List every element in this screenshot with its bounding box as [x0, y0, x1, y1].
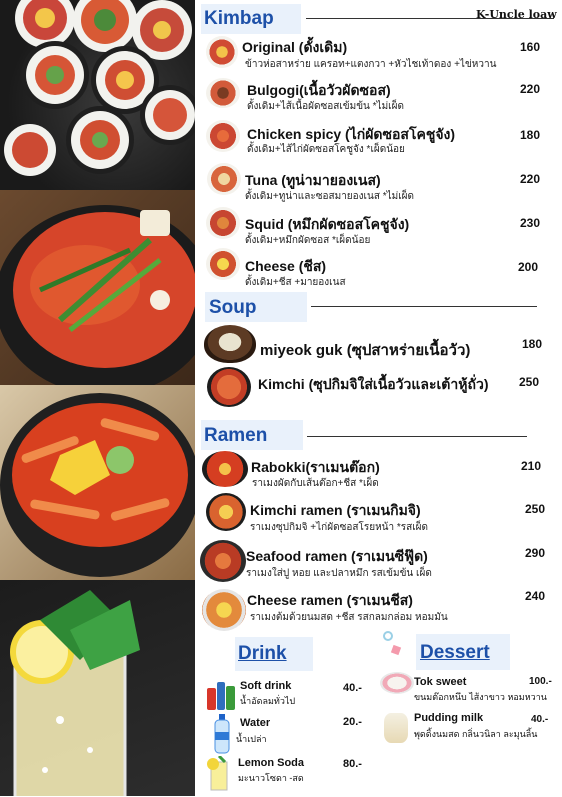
- dessert-decor-icon: [382, 630, 404, 656]
- kimbap-item-desc: ข้าวห่อสาหร่าย แครอท+แตงกวา +หัวไชเท้าดอ…: [245, 59, 497, 70]
- kimchi-stew-photo: [0, 190, 195, 385]
- ramen-item-desc: ราเมงใส่ปู หอย และปลาหมึก รสเข้มข้น เผ็ด: [246, 568, 432, 579]
- dessert-item-desc: ขนมต๊อกหนึบ ไส้งาขาว หอมหวาน: [414, 692, 547, 702]
- kimbap-divider: [306, 18, 554, 19]
- lemon-soda-icon: [205, 754, 235, 792]
- ramen-item-name: Kimchi ramen (ราเมนกิมจิ): [250, 502, 421, 518]
- kimbap-item-price: 220: [520, 82, 541, 96]
- ramen-item-desc: ราเมงผัดกับเส้นต๊อก+ชีส *เผ็ด: [252, 478, 379, 489]
- kimbap-item-desc: ดั้งเดิม+หมึกผัดซอส *เผ็ดน้อย: [245, 235, 371, 246]
- kimchi-stew-photo-art: [0, 205, 195, 385]
- ramen-item-desc: ราเมงซุปกิมจิ +ไก่ผัดซอสโรยหน้า *รสเผ็ด: [250, 522, 429, 533]
- kimbap-item-desc: ดั้งเดิม+ไส้เนื้อผัดซอสเข้มข้น *ไม่เผ็ด: [247, 101, 404, 112]
- soup-item-price: 180: [522, 337, 543, 351]
- rabokki-icon: [202, 451, 248, 487]
- kimbap-item-desc: ดั้งเดิม+ไส้ไก่ผัดซอสโคชูจัง *เผ็ดน้อย: [247, 144, 405, 155]
- kimbap-section-title: Kimbap: [204, 8, 274, 29]
- lemon-soda-photo: [0, 580, 195, 796]
- drink-section-title: Drink: [238, 643, 287, 664]
- miyeok-guk-icon: [204, 325, 256, 363]
- kimchi-ramen-icon: [206, 493, 246, 531]
- drink-item-price: 40.-: [343, 682, 362, 694]
- soup-divider: [311, 306, 537, 307]
- kimchi-soup-icon: [207, 367, 251, 407]
- lemon-soda-photo-art: [10, 590, 140, 796]
- ramen-item-desc: ราเมงต้มด้วยนมสด +ชีส รสกลมกล่อม หอมมัน: [250, 612, 448, 623]
- soup-section-title: Soup: [209, 297, 257, 318]
- drink-item-name: Water: [240, 717, 271, 729]
- drink-item-desc: น้ำเปล่า: [236, 734, 267, 744]
- cheese-ramen-icon: [202, 589, 246, 631]
- ramen-item-price: 290: [525, 546, 546, 560]
- cheese-kimbap-icon: [206, 248, 240, 280]
- soup-item-name: miyeok guk (ซุปสาหร่ายเนื้อวัว): [260, 342, 471, 359]
- drink-item-name: Lemon Soda: [238, 757, 305, 769]
- dessert-item-desc: พุดดิ้งนมสด กลิ่นวนิลา ละมุนลิ้น: [414, 729, 538, 739]
- pudding-milk-icon: [384, 713, 408, 743]
- drink-item-price: 20.-: [343, 716, 362, 728]
- kimbap-photo: [0, 0, 195, 190]
- tuna-kimbap-icon: [207, 163, 241, 195]
- drink-item-name: Soft drink: [240, 680, 292, 692]
- ramen-item-price: 240: [525, 589, 546, 603]
- ramen-item-name: Cheese ramen (ราเมนชีส): [247, 592, 413, 608]
- dessert-item-price: 100.-: [529, 676, 552, 687]
- ramen-item-name: Seafood ramen (ราเมนซีฟู๊ด): [246, 548, 428, 564]
- rabokki-photo: [0, 385, 195, 580]
- dessert-section-title: Dessert: [420, 642, 490, 663]
- drink-item-desc: น้ำอัดลมทั่วไป: [240, 696, 296, 706]
- bulgogi-kimbap-icon: [206, 78, 240, 108]
- soup-item-name: Kimchi (ซุปกิมจิใส่เนื้อวัวและเต้าหู้ถั่…: [258, 376, 489, 392]
- tok-sweet-icon: [380, 672, 414, 694]
- dessert-item-price: 40.-: [531, 714, 549, 725]
- soup-item-price: 250: [519, 375, 540, 389]
- dessert-item-name: Tok sweet: [414, 676, 467, 688]
- kimbap-item-price: 180: [520, 128, 541, 142]
- soft-drink-icon: [205, 678, 237, 712]
- dessert-item-name: Pudding milk: [414, 712, 484, 724]
- kimbap-item-name: Original (ดั้งเดิม): [242, 39, 348, 55]
- ramen-divider: [307, 436, 527, 437]
- drink-item-price: 80.-: [343, 758, 362, 770]
- ramen-item-price: 250: [525, 502, 546, 516]
- ramen-item-price: 210: [521, 459, 542, 473]
- kimbap-item-desc: ดั้งเดิม+ทูน่าและซอสมายองเนส *ไม่เผ็ด: [245, 191, 414, 202]
- kimbap-photo-art: [4, 0, 195, 176]
- kimbap-item-price: 230: [520, 216, 541, 230]
- squid-kimbap-icon: [206, 207, 240, 239]
- kimbap-item-price: 160: [520, 40, 541, 54]
- rabokki-photo-art: [0, 393, 195, 577]
- original-kimbap-icon: [206, 36, 238, 68]
- water-bottle-icon: [212, 714, 232, 754]
- seafood-ramen-icon: [200, 540, 246, 582]
- drink-item-desc: มะนาวโซดา -สด: [238, 773, 304, 783]
- brand-name: K-Uncle loaw: [476, 8, 557, 21]
- ramen-section-title: Ramen: [204, 425, 268, 446]
- kimbap-item-price: 200: [518, 260, 539, 274]
- kimbap-item-price: 220: [520, 172, 541, 186]
- kimbap-item-desc: ดั้งเดิม+ชีส +มายองเนส: [245, 277, 346, 288]
- chicken-spicy-kimbap-icon: [206, 120, 240, 152]
